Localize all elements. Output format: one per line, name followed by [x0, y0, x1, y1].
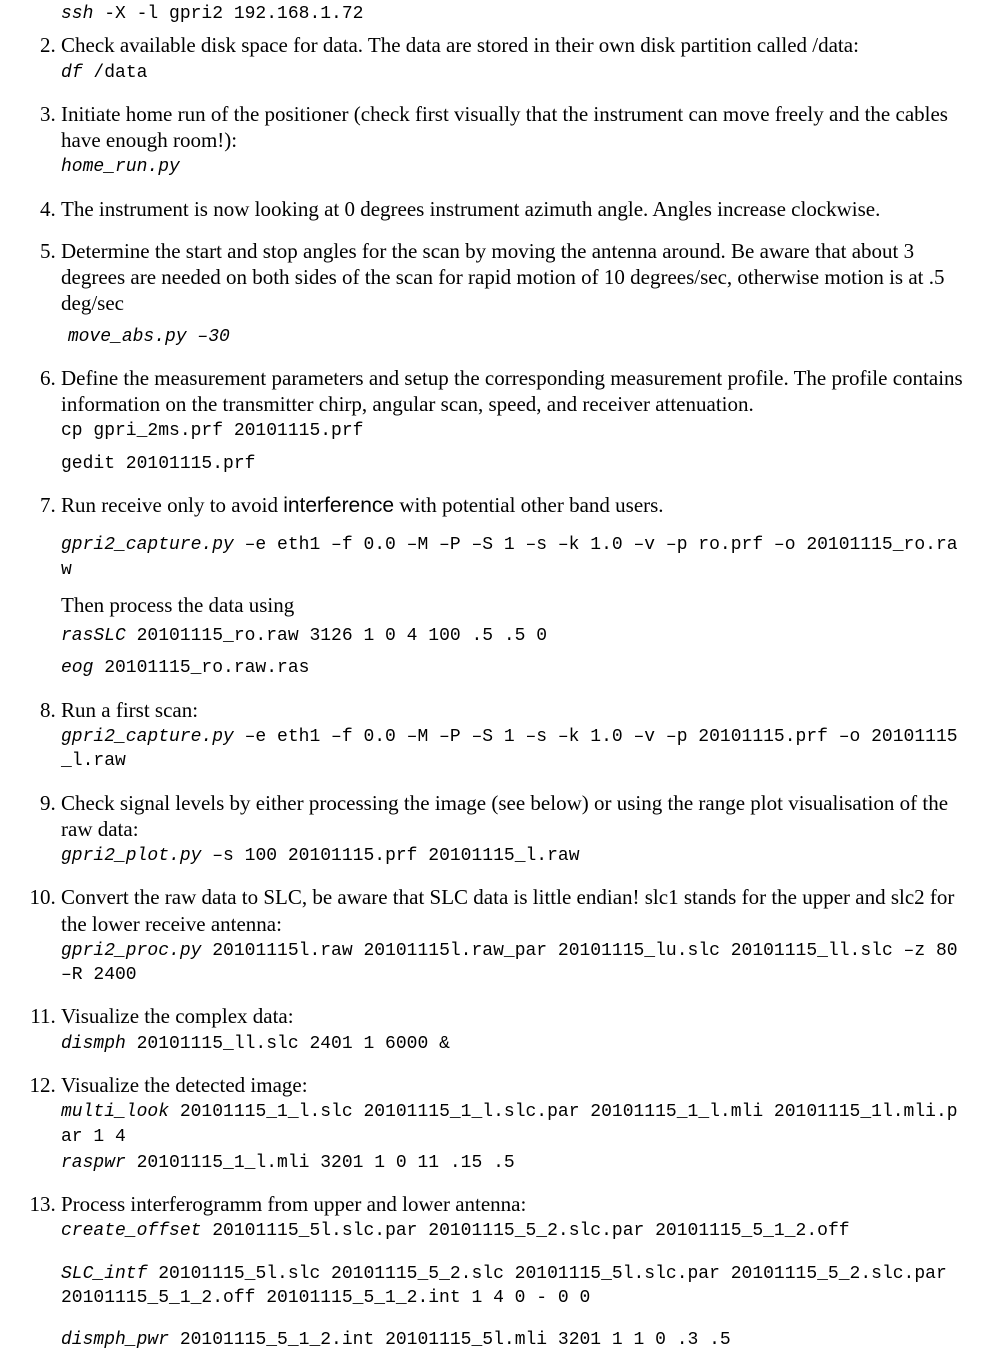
command: gpri2_capture.py	[61, 727, 234, 747]
code-line: home_run.py	[61, 155, 963, 179]
list-item: Define the measurement parameters and se…	[61, 365, 963, 476]
command: gpri2_plot.py	[61, 846, 201, 866]
code-line: gedit 20101115.prf	[61, 452, 963, 476]
list-item: The instrument is now looking at 0 degre…	[61, 196, 963, 222]
item-text: The instrument is now looking at 0 degre…	[61, 196, 963, 222]
code-line: multi_look 20101115_1_l.slc 20101115_1_l…	[61, 1100, 963, 1149]
code-line: gpri2_capture.py –e eth1 –f 0.0 –M –P –S…	[61, 725, 963, 774]
list-item: Process interferogramm from upper and lo…	[61, 1191, 963, 1352]
item-text: Visualize the complex data:	[61, 1003, 963, 1029]
sub-text: Then process the data using	[61, 592, 963, 618]
code-line: ssh -X -l gpri2 192.168.1.72	[61, 2, 963, 26]
code-line: dismph_pwr 20101115_5_1_2.int 20101115_5…	[61, 1328, 963, 1352]
code-line: eog 20101115_ro.raw.ras	[61, 656, 963, 680]
code-line: gpri2_proc.py 20101115l.raw 20101115l.ra…	[61, 939, 963, 988]
code-line: df /data	[61, 61, 963, 85]
code-line: gpri2_plot.py –s 100 20101115.prf 201011…	[61, 844, 963, 868]
item-text: Initiate home run of the positioner (che…	[61, 101, 963, 154]
code-line: SLC_intf 20101115_5l.slc 20101115_5_2.sl…	[61, 1262, 963, 1311]
item-text: Check available disk space for data. The…	[61, 32, 963, 58]
list-item: Run a first scan: gpri2_capture.py –e et…	[61, 697, 963, 774]
list-item: Check available disk space for data. The…	[61, 32, 963, 85]
item-text: Check signal levels by either processing…	[61, 790, 963, 843]
item-text: Convert the raw data to SLC, be aware th…	[61, 884, 963, 937]
list-item: Determine the start and stop angles for …	[61, 238, 963, 349]
list-item: Run receive only to avoid interference w…	[61, 492, 963, 681]
item-text: Visualize the detected image:	[61, 1072, 963, 1098]
list-item: Check signal levels by either processing…	[61, 790, 963, 869]
code-line: dismph 20101115_ll.slc 2401 1 6000 &	[61, 1032, 963, 1056]
command: gpri2_proc.py	[61, 941, 201, 961]
command: rasSLC	[61, 626, 126, 646]
command: gpri2_capture.py	[61, 535, 234, 555]
item-text: Run a first scan:	[61, 697, 963, 723]
list-item: Visualize the detected image: multi_look…	[61, 1072, 963, 1175]
code-line: move_abs.py –30	[57, 325, 963, 349]
instruction-list: ssh -X -l gpri2 192.168.1.72 Check avail…	[33, 2, 963, 1353]
code-line: cp gpri_2ms.prf 20101115.prf	[61, 419, 963, 443]
command: create_offset	[61, 1221, 201, 1241]
command: eog	[61, 658, 93, 678]
list-item: Convert the raw data to SLC, be aware th…	[61, 884, 963, 987]
list-item: Initiate home run of the positioner (che…	[61, 101, 963, 180]
code-line: create_offset 20101115_5l.slc.par 201011…	[61, 1219, 963, 1243]
item-text: Run receive only to avoid interference w…	[61, 492, 963, 519]
command: raspwr	[61, 1153, 126, 1173]
item-text: Process interferogramm from upper and lo…	[61, 1191, 963, 1217]
command: SLC_intf	[61, 1264, 147, 1284]
command: ssh	[61, 4, 93, 24]
code-line: gpri2_capture.py –e eth1 –f 0.0 –M –P –S…	[61, 533, 963, 582]
item-text: Define the measurement parameters and se…	[61, 365, 963, 418]
command: dismph	[61, 1034, 126, 1054]
command: dismph_pwr	[61, 1330, 169, 1350]
list-item: Visualize the complex data: dismph 20101…	[61, 1003, 963, 1056]
command: multi_look	[61, 1102, 169, 1122]
code-line: raspwr 20101115_1_l.mli 3201 1 0 11 .15 …	[61, 1151, 963, 1175]
code-line: rasSLC 20101115_ro.raw 3126 1 0 4 100 .5…	[61, 624, 963, 648]
command: df	[61, 63, 83, 83]
item-text: Determine the start and stop angles for …	[61, 238, 963, 317]
list-item: ssh -X -l gpri2 192.168.1.72	[61, 2, 963, 26]
